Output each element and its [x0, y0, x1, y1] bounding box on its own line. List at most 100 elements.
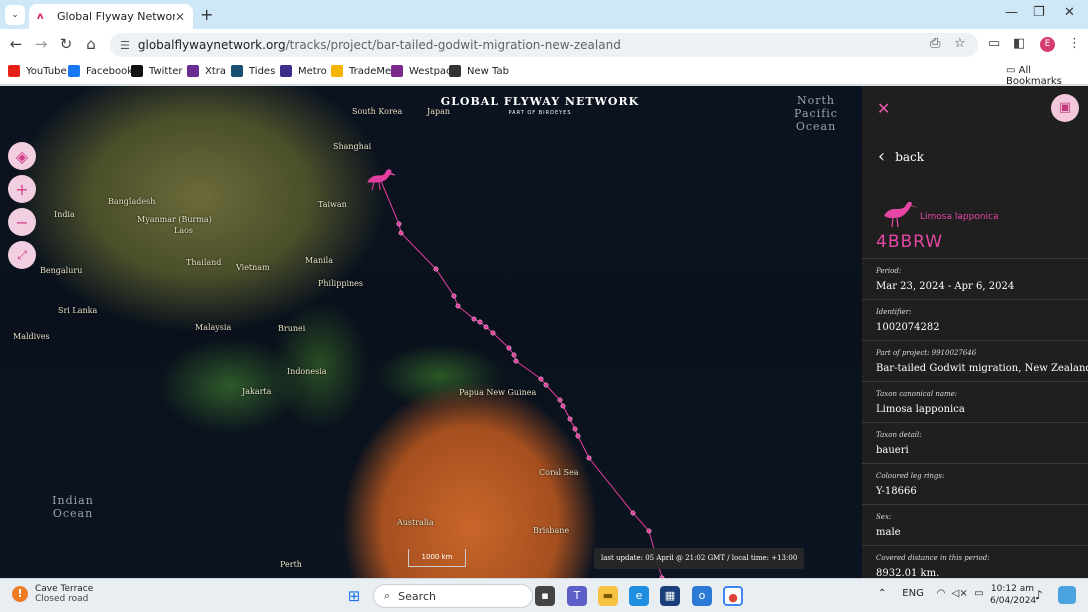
youtube-icon — [8, 65, 20, 77]
track-point[interactable] — [513, 358, 519, 364]
track-point[interactable] — [398, 230, 404, 236]
bookmark-label: TradeMe — [349, 65, 392, 77]
notification-bell-icon[interactable]: ♪ — [1035, 588, 1043, 602]
field-value: 1002074282 — [876, 322, 940, 333]
book-icon[interactable]: ▣ — [1051, 94, 1079, 122]
track-point[interactable] — [538, 376, 544, 382]
side-panel-icon[interactable]: ◧ — [1013, 36, 1025, 51]
field-key: Coloured leg rings: — [876, 472, 945, 480]
track-point[interactable] — [483, 324, 489, 330]
panel-close-icon[interactable]: ✕ — [877, 99, 890, 118]
bookmark-item[interactable]: Xtra — [187, 65, 226, 77]
track-point[interactable] — [646, 528, 652, 534]
install-app-icon[interactable]: ⎙ — [930, 36, 940, 51]
track-point[interactable] — [490, 330, 496, 336]
clock[interactable]: 10:12 am 6/04/2024 — [990, 583, 1036, 607]
bookmark-item[interactable]: Metro — [280, 65, 327, 77]
track-point[interactable] — [575, 433, 581, 439]
map-place-label: Bengaluru — [40, 266, 83, 275]
address-bar[interactable]: ☰ globalflywaynetwork.org/tracks/project… — [110, 33, 978, 57]
window-close-button[interactable]: ✕ — [1064, 5, 1075, 20]
speaker-muted-icon[interactable]: ◁× — [952, 588, 968, 599]
bookmark-item[interactable]: Twitter — [131, 65, 183, 77]
wifi-icon[interactable]: ◠ — [937, 588, 946, 599]
field-value: male — [876, 527, 901, 538]
cast-icon[interactable]: ▭ — [988, 36, 1000, 51]
detail-field: Identifier: 1002074282 — [862, 299, 1088, 333]
track-point[interactable] — [630, 510, 636, 516]
url-text[interactable]: globalflywaynetwork.org/tracks/project/b… — [138, 38, 621, 52]
edge-icon[interactable]: e — [629, 586, 649, 606]
track-point[interactable] — [433, 266, 439, 272]
outlook-icon[interactable]: o — [692, 586, 712, 606]
track-point[interactable] — [396, 221, 402, 227]
start-button[interactable]: ⊞ — [344, 586, 364, 606]
bookmark-item[interactable]: Westpac — [391, 65, 452, 77]
back-button[interactable]: ← — [6, 35, 26, 53]
bookmark-item[interactable]: New Tab — [449, 65, 509, 77]
battery-icon[interactable]: ▭ — [974, 588, 983, 599]
bookmark-item[interactable]: TradeMe — [331, 65, 391, 77]
westpac-icon — [391, 65, 403, 77]
bookmark-label: New Tab — [467, 65, 509, 77]
new-tab-button[interactable]: + — [200, 5, 213, 24]
track-point[interactable] — [560, 403, 566, 409]
track-point[interactable] — [572, 426, 578, 432]
tab-close-icon[interactable]: ✕ — [175, 10, 185, 24]
site-info-icon[interactable]: ☰ — [120, 39, 130, 52]
chrome-icon[interactable]: ● — [723, 586, 743, 606]
track-point[interactable] — [543, 382, 549, 388]
map-place-label: Jakarta — [242, 387, 272, 396]
file-explorer-icon[interactable]: ▬ — [598, 586, 618, 606]
bird-position-marker[interactable] — [367, 169, 396, 191]
track-point[interactable] — [455, 303, 461, 309]
zoom-in-button[interactable]: + — [8, 175, 36, 203]
track-point[interactable] — [567, 416, 573, 422]
track-point[interactable] — [586, 455, 592, 461]
forward-button[interactable]: → — [31, 35, 51, 53]
widgets-icon[interactable] — [1058, 586, 1076, 604]
bookmark-star-icon[interactable]: ☆ — [954, 36, 966, 51]
track-point[interactable] — [557, 397, 563, 403]
task-view-icon[interactable]: ▪ — [535, 586, 555, 606]
all-bookmarks-button[interactable]: ▭ All Bookmarks — [1006, 65, 1088, 87]
map-place-label: Shanghai — [333, 142, 372, 151]
home-button[interactable]: ⌂ — [81, 35, 101, 53]
profile-avatar[interactable]: E — [1040, 37, 1055, 52]
track-point[interactable] — [506, 345, 512, 351]
track-point[interactable] — [511, 352, 517, 358]
menu-kebab-icon[interactable]: ⋮ — [1068, 36, 1081, 51]
back-button[interactable]: ‹ back — [878, 146, 924, 167]
godwit-bird-icon — [884, 201, 918, 228]
clock-time: 10:12 am — [990, 584, 1034, 594]
track-point[interactable] — [451, 293, 457, 299]
weather-widget[interactable]: ! Cave Terrace Closed road — [12, 584, 93, 604]
taskbar-search[interactable]: ⌕ Search — [373, 584, 533, 608]
reload-button[interactable]: ↻ — [56, 35, 76, 53]
field-key: Sex: — [876, 513, 892, 521]
field-key: Period: — [876, 267, 902, 275]
chevron-up-icon[interactable]: ⌃ — [878, 588, 886, 599]
language-indicator[interactable]: ENG — [902, 588, 924, 599]
maximize-button[interactable]: ❐ — [1033, 5, 1045, 20]
track-point[interactable] — [471, 316, 477, 322]
layers-button[interactable]: ◈ — [8, 142, 36, 170]
bookmark-item[interactable]: YouTube — [8, 65, 67, 77]
minimize-button[interactable]: — — [1005, 5, 1018, 20]
tab-search-icon[interactable]: ⌄ — [5, 5, 25, 25]
tab-global-flyway[interactable]: ʌ Global Flyway Network ✕ — [29, 4, 193, 29]
bookmark-item[interactable]: Facebook — [68, 65, 133, 77]
field-key: Taxon detail: — [876, 431, 922, 439]
map-view[interactable]: GLOBAL FLYWAY NETWORK PART OF BIRDEYES S… — [0, 86, 862, 578]
url-path: /tracks/project/bar-tailed-godwit-migrat… — [285, 38, 621, 52]
xtra-icon — [187, 65, 199, 77]
store-icon[interactable]: ▦ — [660, 586, 680, 606]
track-point[interactable] — [477, 319, 483, 325]
system-tray[interactable]: ⌃ ENG ◠ ◁× ▭ — [878, 588, 984, 599]
bookmark-item[interactable]: Tides — [231, 65, 275, 77]
bookmark-label: Metro — [298, 65, 327, 77]
fullscreen-button[interactable]: ⤢ — [8, 241, 36, 269]
folder-icon: ▭ — [1006, 65, 1019, 76]
teams-icon[interactable]: T — [567, 586, 587, 606]
zoom-out-button[interactable]: − — [8, 208, 36, 236]
